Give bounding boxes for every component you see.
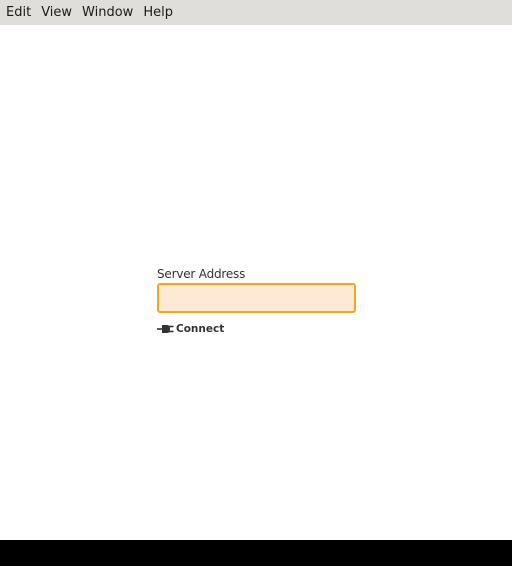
connect-label: Connect	[176, 323, 225, 335]
menu-help[interactable]: Help	[138, 0, 178, 25]
plug-icon	[157, 323, 174, 335]
menu-view[interactable]: View	[36, 0, 77, 25]
screen-bottom-bar	[0, 540, 512, 566]
menu-bar: Edit View Window Help	[0, 0, 512, 25]
menu-edit[interactable]: Edit	[1, 0, 36, 25]
connect-button[interactable]: Connect	[157, 321, 224, 337]
connect-form: Server Address Connect	[157, 266, 357, 337]
server-address-input[interactable]	[157, 283, 356, 313]
menu-window[interactable]: Window	[77, 0, 138, 25]
server-address-label: Server Address	[157, 267, 246, 281]
app-window: Edit View Window Help Server Address Con…	[0, 0, 512, 540]
